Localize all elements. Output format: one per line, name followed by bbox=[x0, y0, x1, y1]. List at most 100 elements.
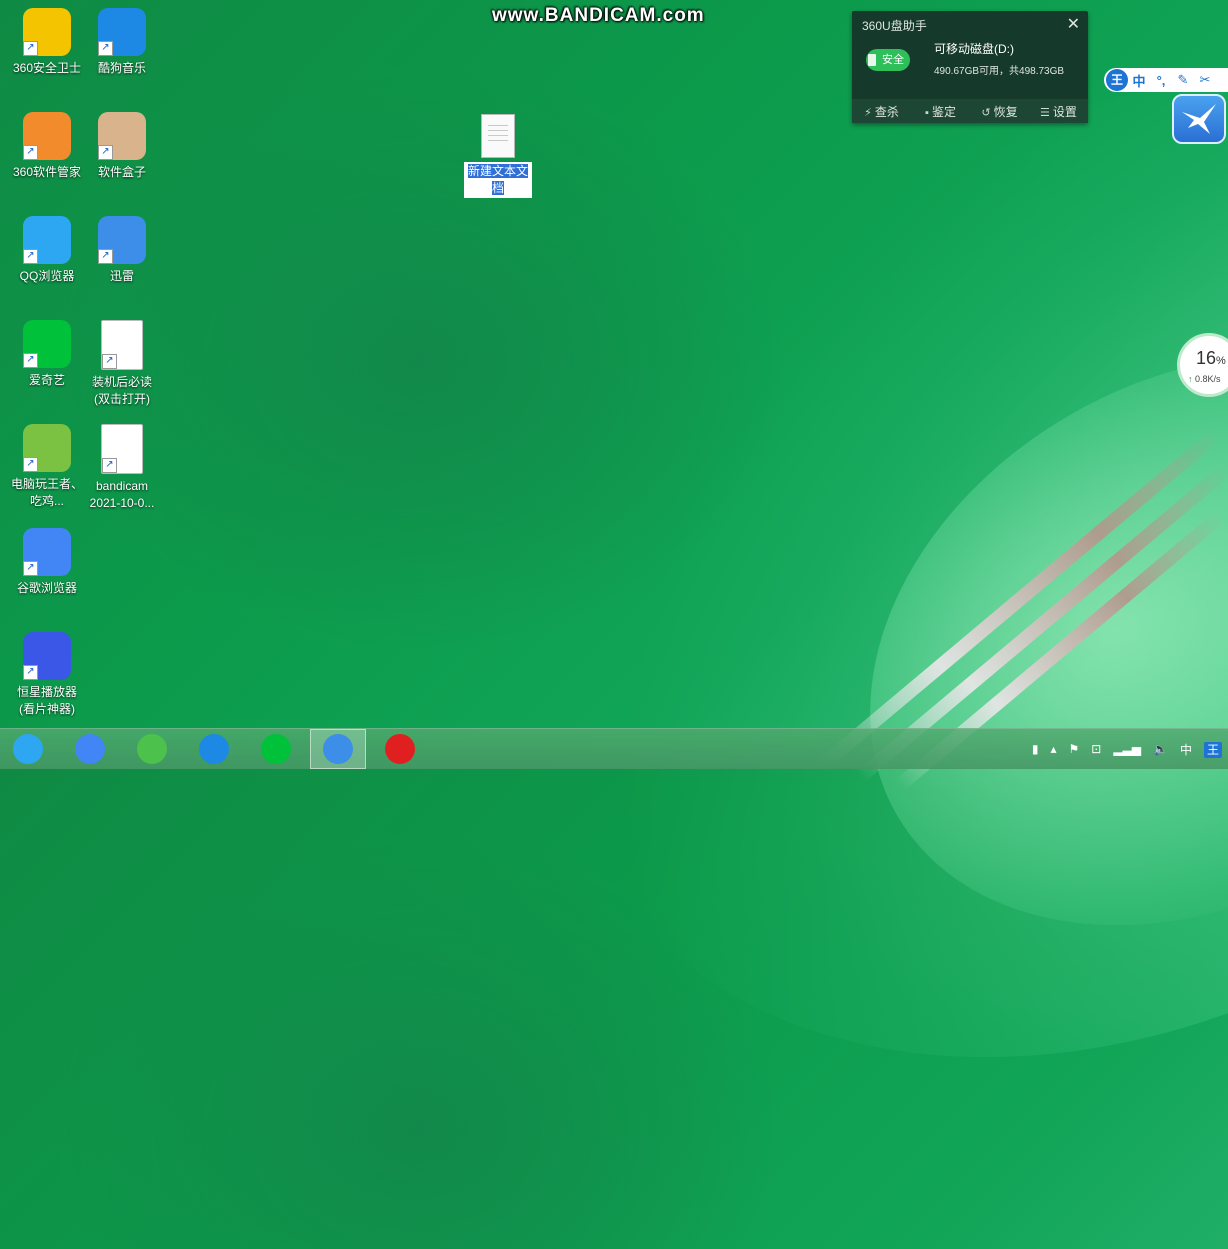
kugou-icon: ↗ bbox=[98, 8, 146, 56]
360-software-manager-icon: ↗ bbox=[23, 112, 71, 160]
shortcut-arrow-icon: ↗ bbox=[23, 145, 38, 160]
desktop-icon-label: bandicam 2021-10-0... bbox=[89, 479, 155, 510]
volume-icon[interactable]: 🔈 bbox=[1147, 742, 1174, 756]
video-file-icon: ↗ bbox=[101, 424, 143, 474]
desktop-icon[interactable]: ↗ 软件盒子 bbox=[85, 112, 159, 181]
bluestacks-icon: ↗ bbox=[23, 424, 71, 472]
safe-badge: 安全 bbox=[866, 49, 910, 71]
network-speed: 0.8K/s bbox=[1195, 374, 1221, 384]
shortcut-arrow-icon: ↗ bbox=[23, 457, 38, 472]
kugou-icon bbox=[199, 734, 229, 764]
scan-button[interactable]: ⚡ 查杀 bbox=[852, 103, 911, 120]
popup-action-bar: ⚡ 查杀 ▪ 鉴定 ↺ 恢复 ☰ 设置 bbox=[852, 99, 1088, 123]
qq-browser-icon: ↗ bbox=[23, 216, 71, 264]
shortcut-arrow-icon: ↗ bbox=[98, 249, 113, 264]
lightning-icon: ⚡ bbox=[864, 106, 872, 119]
desktop-icon[interactable]: ↗ 爱奇艺 bbox=[10, 320, 84, 389]
drive-name[interactable]: 可移动磁盘(D:) bbox=[934, 40, 1014, 57]
desktop-icon-label: 迅雷 bbox=[109, 269, 134, 283]
shortcut-arrow-icon: ↗ bbox=[23, 561, 38, 576]
close-icon[interactable]: ✕ bbox=[1067, 14, 1080, 34]
restore-button[interactable]: ↺ 恢复 bbox=[970, 103, 1029, 120]
upload-arrow-icon: ↑ bbox=[1188, 374, 1193, 384]
desktop-icon[interactable]: ↗ QQ浏览器 bbox=[10, 216, 84, 285]
taskbar-app-button[interactable] bbox=[248, 729, 304, 769]
desktop-icon[interactable]: ↗ 360软件管家 bbox=[10, 112, 84, 181]
drive-icon: ▪ bbox=[925, 106, 929, 119]
xunlei-float-icon[interactable] bbox=[1172, 94, 1226, 144]
usb-icon[interactable]: ⊡ bbox=[1085, 742, 1107, 756]
file-name-text: 新建文本文档 bbox=[467, 164, 528, 195]
taskbar-app-button[interactable] bbox=[372, 729, 428, 769]
battery-icon[interactable]: ▮ bbox=[1026, 742, 1045, 756]
iqiyi-icon bbox=[261, 734, 291, 764]
desktop-icon-label: 360软件管家 bbox=[12, 165, 82, 179]
chevron-up-icon[interactable]: ▴ bbox=[1044, 742, 1062, 756]
list-icon: ☰ bbox=[1040, 106, 1050, 119]
popup-title: 360U盘助手 bbox=[862, 19, 927, 33]
360-safe-icon: ↗ bbox=[23, 8, 71, 56]
ime-indicator[interactable]: 中 bbox=[1174, 741, 1198, 758]
shortcut-arrow-icon: ↗ bbox=[23, 249, 38, 264]
software-box-icon: ↗ bbox=[98, 112, 146, 160]
hengxing-player-icon: ↗ bbox=[23, 632, 71, 680]
desktop-icon[interactable]: ↗ 恒星播放器(看片神器) bbox=[10, 632, 84, 718]
shortcut-arrow-icon: ↗ bbox=[23, 353, 38, 368]
word-doc-icon: ↗ bbox=[101, 320, 143, 370]
drive-capacity: 490.67GB可用，共498.73GB bbox=[934, 66, 1065, 77]
memory-percent: 16 bbox=[1196, 348, 1217, 368]
desktop-icon-label: 谷歌浏览器 bbox=[16, 581, 77, 595]
iqiyi-icon: ↗ bbox=[23, 320, 71, 368]
qq-browser-icon bbox=[13, 734, 43, 764]
taskbar-app-button[interactable] bbox=[310, 729, 366, 769]
xunlei-icon bbox=[323, 734, 353, 764]
desktop-icon-label: 酷狗音乐 bbox=[97, 61, 146, 75]
flag-icon[interactable]: ⚑ bbox=[1063, 742, 1086, 756]
desktop-icon[interactable]: ↗ 迅雷 bbox=[85, 216, 159, 285]
desktop-icon-label: 恒星播放器(看片神器) bbox=[16, 685, 77, 716]
desktop-icon[interactable]: ↗ bandicam 2021-10-0... bbox=[85, 424, 159, 512]
bandicam-record-icon bbox=[385, 734, 415, 764]
taskbar-app-button[interactable] bbox=[186, 729, 242, 769]
taskbar: ▮ ▴ ⚑ ⊡ ▂▃▅ 🔈 中 王 bbox=[0, 728, 1228, 769]
settings-button[interactable]: ☰ 设置 bbox=[1029, 103, 1088, 120]
ime-punctuation-toggle[interactable]: °, bbox=[1150, 73, 1172, 88]
taskbar-app-button[interactable] bbox=[124, 729, 180, 769]
desktop-icon-label: 装机后必读(双击打开) bbox=[91, 375, 152, 406]
shortcut-arrow-icon: ↗ bbox=[98, 145, 113, 160]
shortcut-arrow-icon: ↗ bbox=[23, 41, 38, 56]
desktop-icon-label: QQ浏览器 bbox=[19, 269, 75, 283]
desktop-icon[interactable]: ↗ 谷歌浏览器 bbox=[10, 528, 84, 597]
xunlei-icon: ↗ bbox=[98, 216, 146, 264]
text-file-icon bbox=[481, 114, 515, 158]
identify-button[interactable]: ▪ 鉴定 bbox=[911, 103, 970, 120]
shortcut-arrow-icon: ↗ bbox=[98, 41, 113, 56]
ime-handwrite-icon[interactable]: ✎ bbox=[1172, 72, 1194, 88]
desktop-icon[interactable]: ↗ 电脑玩王者、吃鸡... bbox=[10, 424, 84, 510]
bandicam-watermark: www.BANDICAM.com bbox=[492, 5, 705, 26]
ime-tools-icon[interactable]: ✂ bbox=[1194, 72, 1216, 88]
signal-icon[interactable]: ▂▃▅ bbox=[1107, 742, 1147, 756]
desktop-icon[interactable]: ↗ 酷狗音乐 bbox=[85, 8, 159, 77]
desktop-icon[interactable]: ↗ 装机后必读(双击打开) bbox=[85, 320, 159, 408]
ime-logo-tray-icon[interactable]: 王 bbox=[1198, 741, 1228, 758]
desktop-icon-label: 电脑玩王者、吃鸡... bbox=[10, 477, 83, 508]
360-browser-icon bbox=[137, 734, 167, 764]
new-text-document[interactable]: 新建文本文档 bbox=[463, 114, 533, 198]
ime-toolbar: 王 中 °, ✎ ✂ bbox=[1104, 68, 1228, 92]
desktop-icon-label: 软件盒子 bbox=[97, 165, 146, 179]
shortcut-arrow-icon: ↗ bbox=[102, 458, 117, 473]
file-rename-field[interactable]: 新建文本文档 bbox=[464, 162, 532, 198]
taskbar-app-button[interactable] bbox=[0, 729, 56, 769]
shortcut-arrow-icon: ↗ bbox=[102, 354, 117, 369]
desktop-icon[interactable]: ↗ 360安全卫士 bbox=[10, 8, 84, 77]
ime-logo-icon[interactable]: 王 bbox=[1106, 69, 1128, 91]
desktop-icon-label: 360安全卫士 bbox=[12, 61, 82, 75]
chrome-icon bbox=[75, 734, 105, 764]
chrome-icon: ↗ bbox=[23, 528, 71, 576]
system-tray: ▮ ▴ ⚑ ⊡ ▂▃▅ 🔈 中 王 bbox=[1026, 729, 1228, 769]
taskbar-app-button[interactable] bbox=[62, 729, 118, 769]
ime-mode-toggle[interactable]: 中 bbox=[1128, 71, 1150, 90]
desktop-icon-label: 爱奇艺 bbox=[28, 373, 65, 387]
shortcut-arrow-icon: ↗ bbox=[23, 665, 38, 680]
